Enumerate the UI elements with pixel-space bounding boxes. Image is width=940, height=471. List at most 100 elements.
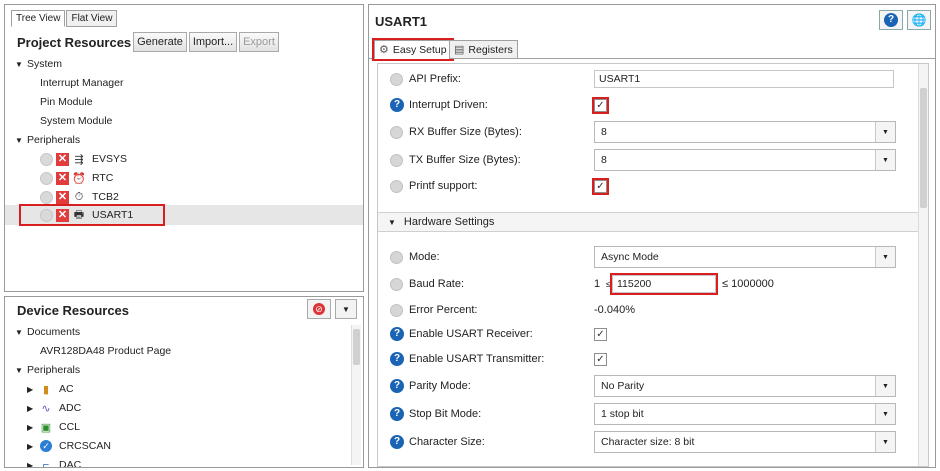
scroll-thumb[interactable] <box>353 329 360 365</box>
help-icon <box>40 190 53 204</box>
rx-buffer-row: RX Buffer Size (Bytes): 8 ▼ <box>378 121 918 143</box>
expand-caret-icon[interactable]: ▼ <box>15 366 27 375</box>
generate-button[interactable]: Generate <box>133 32 187 52</box>
page-title: USART1 <box>375 14 428 29</box>
tree-item-rtc[interactable]: ✕ ⏰ RTC <box>40 169 113 187</box>
tab-registers[interactable]: ▤ Registers <box>449 40 518 59</box>
evsys-icon: ⇶ <box>74 153 84 166</box>
help-icon: ? <box>390 435 404 449</box>
tree-item-system-module[interactable]: System Module <box>40 112 112 130</box>
help-icon <box>390 277 403 291</box>
help-icon <box>40 171 53 185</box>
filter-stop-button[interactable]: ⊘ <box>307 299 331 319</box>
receiver-row: ? Enable USART Receiver: ✓ <box>378 323 918 345</box>
tree-node-documents[interactable]: ▼ Documents <box>15 323 80 341</box>
printf-checkbox[interactable]: ✓ <box>592 177 609 195</box>
remove-icon[interactable]: ✕ <box>56 152 69 166</box>
expand-caret-icon[interactable]: ▼ <box>15 328 27 337</box>
project-resources-title: Project Resources <box>17 35 132 50</box>
vertical-scrollbar[interactable] <box>918 64 928 466</box>
parity-row: ? Parity Mode: No Parity ▼ <box>378 375 918 397</box>
stop-bit-select[interactable]: 1 stop bit ▼ <box>594 403 896 425</box>
chevron-down-icon[interactable]: ▼ <box>875 150 895 170</box>
tx-buffer-row: TX Buffer Size (Bytes): 8 ▼ <box>378 149 918 171</box>
tree-item-adc[interactable]: ▶ ∿ ADC <box>27 399 81 417</box>
collapse-caret-icon[interactable]: ▼ <box>388 218 396 227</box>
usart1-config-panel: USART1 ? 🌐 ⚙ Easy Setup ▤ Registers API … <box>368 4 936 468</box>
chevron-down-icon[interactable]: ▼ <box>875 122 895 142</box>
tree-item-usart1[interactable]: ✕ 🖶 USART1 <box>19 204 165 226</box>
table-icon: ▤ <box>454 44 465 56</box>
tree-item-interrupt-manager[interactable]: Interrupt Manager <box>40 74 123 92</box>
tree-item-crcscan[interactable]: ▶ ✓ CRCSCAN <box>27 437 111 455</box>
tx-buffer-select[interactable]: 8 ▼ <box>594 149 896 171</box>
char-size-row: ? Character Size: Character size: 8 bit ▼ <box>378 431 918 453</box>
device-resources-panel: Device Resources ⊘ ▼ ▼ Documents AVR128D… <box>4 296 364 468</box>
tree-node-peripherals[interactable]: ▼ Peripherals <box>15 361 80 379</box>
api-prefix-row: API Prefix: USART1 <box>378 68 918 90</box>
chevron-down-icon[interactable]: ▼ <box>875 247 895 267</box>
help-icon: ? <box>390 327 404 341</box>
chevron-down-icon[interactable]: ▼ <box>875 432 895 452</box>
tab-easy-setup[interactable]: ⚙ Easy Setup <box>372 38 454 61</box>
expand-caret-icon[interactable]: ▼ <box>15 60 27 69</box>
char-size-select[interactable]: Character size: 8 bit ▼ <box>594 431 896 453</box>
chevron-down-icon[interactable]: ▼ <box>875 376 895 396</box>
export-button[interactable]: Export <box>239 32 279 52</box>
chevron-down-icon[interactable]: ▼ <box>875 404 895 424</box>
scroll-thumb[interactable] <box>920 88 927 208</box>
tree-node-peripherals[interactable]: ▼ Peripherals <box>15 131 80 149</box>
web-button[interactable]: 🌐 <box>907 10 931 30</box>
help-icon <box>390 250 403 264</box>
expand-caret-icon[interactable]: ▶ <box>27 442 39 451</box>
easy-setup-content: API Prefix: USART1 ? Interrupt Driven: ✓… <box>377 63 929 467</box>
tree-item-tcb2[interactable]: ✕ ⏱ TCB2 <box>40 188 119 206</box>
parity-select[interactable]: No Parity ▼ <box>594 375 896 397</box>
check-circle-icon: ✓ <box>39 440 53 453</box>
timer-icon: ⏱ <box>74 190 84 203</box>
tree-node-system[interactable]: ▼ System <box>15 55 62 73</box>
wave-icon: ∿ <box>41 402 51 415</box>
expand-caret-icon[interactable]: ▼ <box>15 136 27 145</box>
hardware-settings-header[interactable]: ▼ Hardware Settings <box>378 212 918 232</box>
help-icon: ? <box>390 352 404 366</box>
logic-icon: ▣ <box>40 421 52 434</box>
tab-tree-view[interactable]: Tree View <box>11 10 66 27</box>
stop-bit-row: ? Stop Bit Mode: 1 stop bit ▼ <box>378 403 918 425</box>
baud-rate-input[interactable]: 115200 <box>610 273 718 295</box>
transmitter-row: ? Enable USART Transmitter: ✓ <box>378 348 918 370</box>
remove-icon[interactable]: ✕ <box>56 171 69 185</box>
tree-item-ccl[interactable]: ▶ ▣ CCL <box>27 418 80 436</box>
help-icon <box>390 72 403 86</box>
transmitter-checkbox[interactable]: ✓ <box>594 352 607 366</box>
expand-caret-icon[interactable]: ▶ <box>27 461 39 468</box>
api-prefix-input[interactable]: USART1 <box>594 70 894 88</box>
step-icon: ⌐ <box>42 459 50 468</box>
clock-icon: ⏰ <box>72 172 86 185</box>
tree-item-pin-module[interactable]: Pin Module <box>40 93 93 111</box>
interrupt-driven-checkbox[interactable]: ✓ <box>592 96 609 114</box>
tree-item-ac[interactable]: ▶ ▮ AC <box>27 380 74 398</box>
rx-buffer-select[interactable]: 8 ▼ <box>594 121 896 143</box>
expand-caret-icon[interactable]: ▶ <box>27 385 39 394</box>
import-button[interactable]: Import... <box>189 32 237 52</box>
config-tabbar: ⚙ Easy Setup ▤ Registers <box>369 38 935 61</box>
tab-flat-view[interactable]: Flat View <box>66 10 118 27</box>
vertical-scrollbar[interactable] <box>351 325 361 465</box>
help-button[interactable]: ? <box>879 10 903 30</box>
remove-icon[interactable]: ✕ <box>56 190 69 204</box>
tree-item-dac[interactable]: ▶ ⌐ DAC <box>27 456 81 468</box>
tree-item-product-page[interactable]: AVR128DA48 Product Page <box>40 342 171 360</box>
remove-icon[interactable]: ✕ <box>56 208 69 222</box>
receiver-checkbox[interactable]: ✓ <box>594 327 607 341</box>
printer-icon: 🖶 <box>73 208 85 221</box>
expand-caret-icon[interactable]: ▶ <box>27 423 39 432</box>
expand-caret-icon[interactable]: ▶ <box>27 404 39 413</box>
help-icon: ? <box>390 98 404 112</box>
mode-row: Mode: Async Mode ▼ <box>378 246 918 268</box>
help-icon: ? <box>390 379 404 393</box>
tree-item-evsys[interactable]: ✕ ⇶ EVSYS <box>40 150 127 168</box>
dropdown-button[interactable]: ▼ <box>335 299 357 319</box>
help-icon <box>40 152 53 166</box>
mode-select[interactable]: Async Mode ▼ <box>594 246 896 268</box>
